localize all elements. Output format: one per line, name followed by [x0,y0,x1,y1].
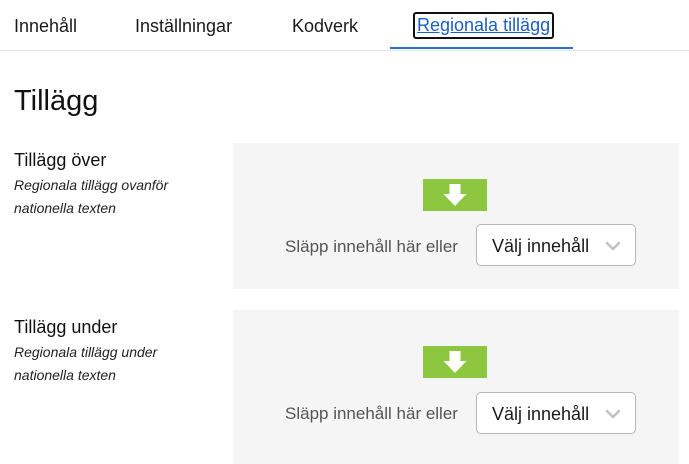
section-description-tillagg-over: Regionala tillägg ovanför nationella tex… [14,177,169,216]
arrow-down-icon [423,179,487,211]
chevron-down-icon [605,241,621,251]
tab-installningar[interactable]: Inställningar [135,15,232,37]
select-content-button[interactable]: Välj innehåll [476,224,636,266]
tab-kodverk[interactable]: Kodverk [292,15,358,37]
section-label-tillagg-under: Tillägg under [14,317,118,337]
section-label-tillagg-over: Tillägg över [14,150,107,170]
section-description-tillagg-under: Regionala tillägg under nationella texte… [14,344,158,383]
select-content-button[interactable]: Välj innehåll [476,392,636,434]
select-content-label: Välj innehåll [492,236,590,256]
tab-bar: Innehåll Inställningar Kodverk Regionala… [0,0,689,51]
page-title: Tillägg [14,85,99,117]
dropzone-tillagg-under[interactable]: Släpp innehåll här eller Välj innehåll [233,310,679,464]
drop-hint-text: Släpp innehåll här eller [285,404,458,423]
select-content-label: Välj innehåll [492,404,590,424]
dropzone-tillagg-over[interactable]: Släpp innehåll här eller Välj innehåll [233,143,679,289]
tab-regionala-tillagg[interactable]: Regionala tillägg [413,12,555,39]
arrow-down-icon [423,346,487,378]
active-tab-indicator [390,47,573,49]
chevron-down-icon [605,409,621,419]
drop-hint-text: Släpp innehåll här eller [285,237,458,256]
tab-innehall[interactable]: Innehåll [14,15,77,37]
